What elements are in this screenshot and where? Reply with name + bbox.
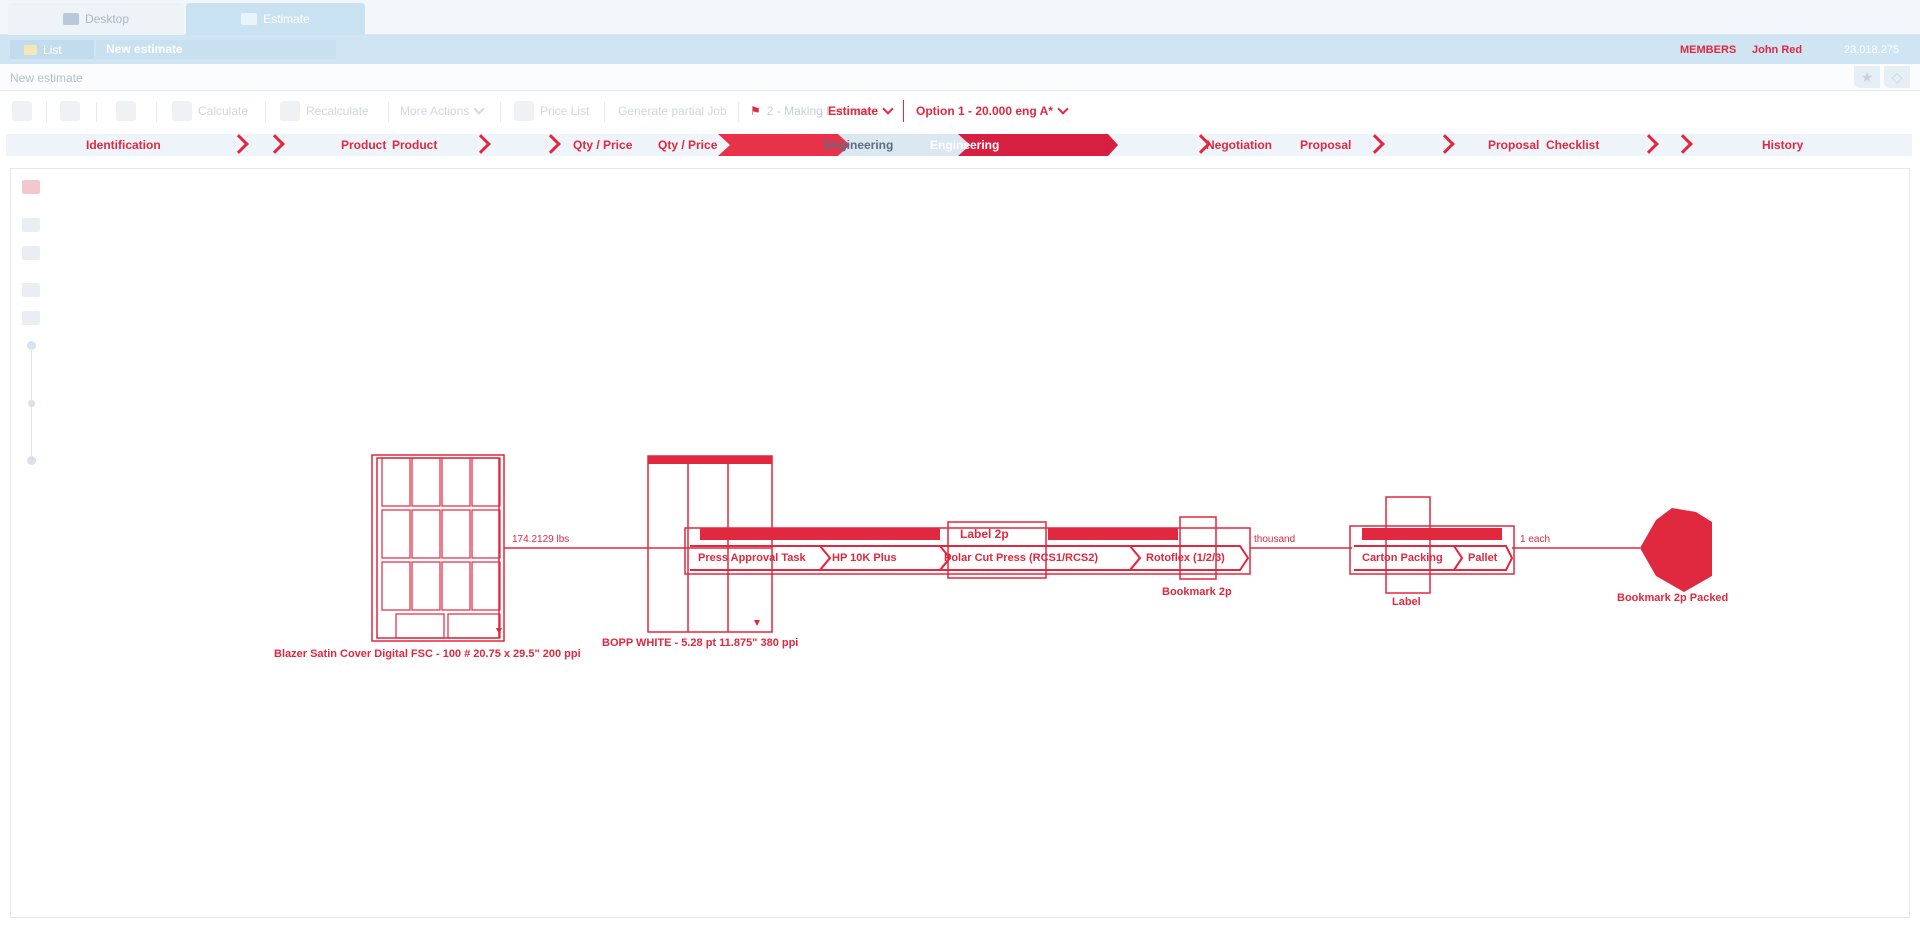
task-carton-packing[interactable]: Carton Packing	[1362, 547, 1443, 569]
workflow-graph	[371, 454, 1712, 642]
bookmark-label[interactable]: Bookmark 2p	[1162, 586, 1232, 598]
each-label: 1 each	[1520, 534, 1551, 545]
task-press-approval[interactable]: Press Approval Task	[698, 547, 806, 569]
label-caption[interactable]: Label	[1392, 596, 1421, 608]
bookmark-qty-label: thousand	[1254, 534, 1296, 545]
packed-label[interactable]: Bookmark 2p Packed	[1617, 592, 1728, 604]
component-title[interactable]: Label 2p	[960, 527, 1009, 541]
task-rotoflex[interactable]: Rotoflex (1/2/3)	[1146, 547, 1225, 569]
task-polar-cut[interactable]: Polar Cut Press (RCS1/RCS2)	[944, 547, 1098, 569]
film-label[interactable]: BOPP WHITE - 5.28 pt 11.875" 380 ppi	[602, 637, 798, 649]
paper-weight-label: 174.2129 lbs	[512, 534, 570, 545]
task-pallet[interactable]: Pallet	[1468, 547, 1497, 569]
paper-label[interactable]: Blazer Satin Cover Digital FSC - 100 # 2…	[274, 648, 581, 660]
task-hp-10k[interactable]: HP 10K Plus	[832, 547, 897, 569]
